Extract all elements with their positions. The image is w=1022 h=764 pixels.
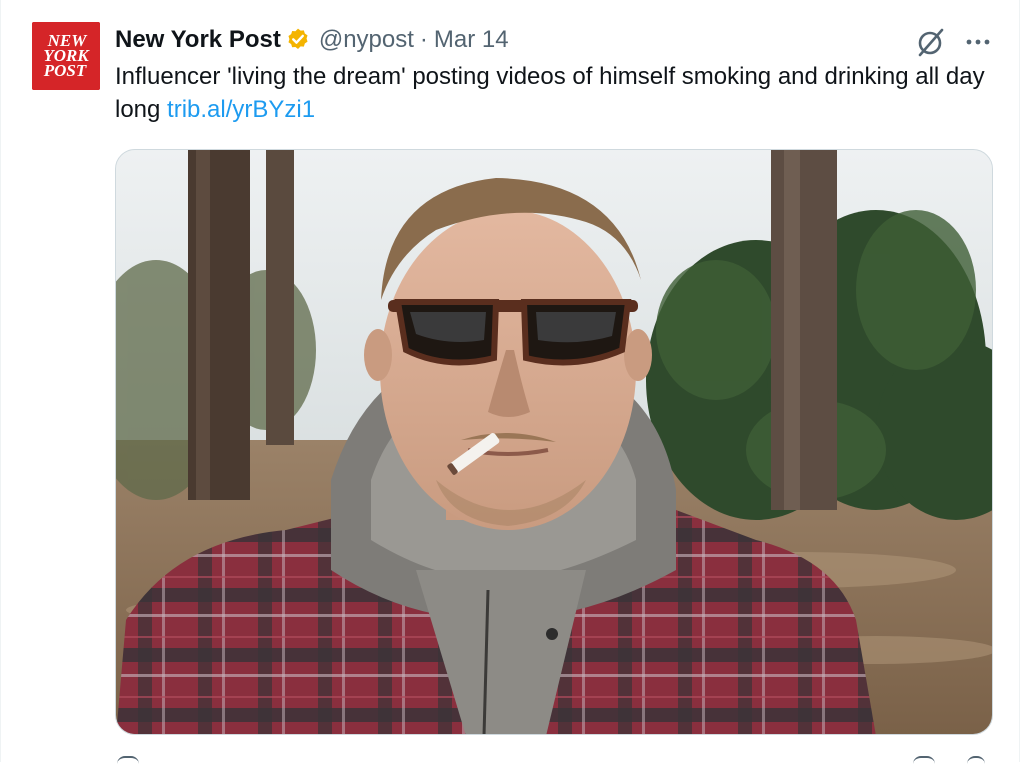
tweet-photo[interactable]	[115, 149, 993, 735]
verified-badge-icon[interactable]	[285, 27, 311, 53]
nypost-logo: NEW YORK POST	[32, 22, 100, 90]
tweet-card[interactable]: NEW YORK POST New York Post @nypost · Ma…	[0, 0, 1020, 762]
display-name[interactable]: New York Post	[115, 26, 281, 54]
author-handle[interactable]: @nypost	[319, 26, 414, 54]
tweet-link[interactable]: trib.al/yrBYzi1	[167, 96, 315, 123]
photo-illustration	[116, 150, 992, 734]
grok-icon[interactable]	[915, 26, 947, 58]
tweet-date[interactable]: Mar 14	[434, 26, 509, 54]
separator-dot: ·	[419, 26, 428, 53]
tweet-header: New York Post @nypost · Mar 14	[115, 24, 509, 56]
avatar-text-line-3: POST	[43, 61, 87, 80]
share-icon[interactable]	[967, 756, 985, 764]
bookmark-icon[interactable]	[913, 756, 935, 764]
more-icon[interactable]	[963, 32, 993, 52]
avatar[interactable]: NEW YORK POST	[32, 22, 100, 90]
reply-icon[interactable]	[117, 756, 139, 764]
tweet-text: Influencer 'living the dream' posting vi…	[115, 60, 1005, 126]
